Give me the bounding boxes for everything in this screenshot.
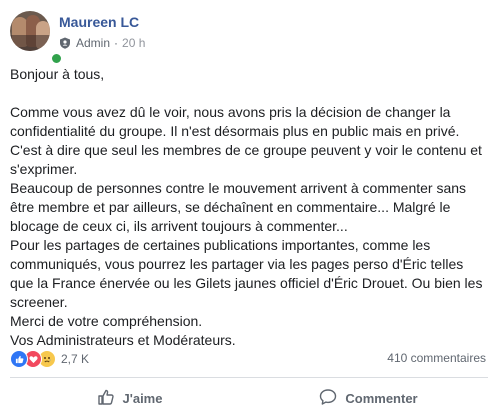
thumbs-up-icon — [97, 388, 123, 409]
post-subline: Admin · 20 h — [59, 35, 145, 51]
post-header: Maureen LC Admin · 20 h — [10, 11, 145, 65]
divider — [10, 377, 488, 378]
comment-button-label: Commenter — [345, 390, 418, 406]
shield-icon — [59, 37, 71, 49]
post-paragraph: Vos Administrateurs et Modérateurs. — [10, 332, 236, 348]
post-timestamp[interactable]: 20 h — [122, 36, 145, 50]
post-meta: Maureen LC Admin · 20 h — [59, 11, 145, 55]
separator: · — [114, 36, 119, 50]
comment-icon — [319, 388, 345, 409]
like-icon — [10, 350, 28, 368]
post-paragraph: C'est à dire que seul les membres de ce … — [10, 142, 482, 177]
post-paragraph: Pour les partages de certaines publicati… — [10, 237, 483, 310]
comments-count[interactable]: 410 commentaires — [387, 351, 486, 365]
like-button[interactable]: J'aime — [10, 380, 249, 416]
author-name[interactable]: Maureen LC — [59, 13, 145, 31]
like-button-label: J'aime — [122, 390, 163, 406]
post-paragraph: Comme vous avez dû le voir, nous avons p… — [10, 104, 460, 139]
post-paragraph: Beaucoup de personnes contre le mouvemen… — [10, 180, 467, 234]
reaction-count[interactable]: 2,7 K — [61, 352, 89, 366]
post-paragraph: Bonjour à tous, — [10, 66, 105, 82]
avatar[interactable] — [10, 11, 50, 51]
comment-button[interactable]: Commenter — [249, 380, 488, 416]
reaction-summary[interactable]: 2,7 K — [10, 349, 89, 369]
post-paragraph: Merci de votre compréhension. — [10, 313, 203, 329]
group-post: Maureen LC Admin · 20 h Bonjour à tous, … — [0, 0, 498, 417]
post-body: Bonjour à tous, Comme vous avez dû le vo… — [10, 65, 490, 350]
role-badge: Admin — [76, 36, 111, 50]
online-status-indicator — [50, 52, 63, 65]
post-actions: J'aime Commenter — [10, 380, 488, 416]
